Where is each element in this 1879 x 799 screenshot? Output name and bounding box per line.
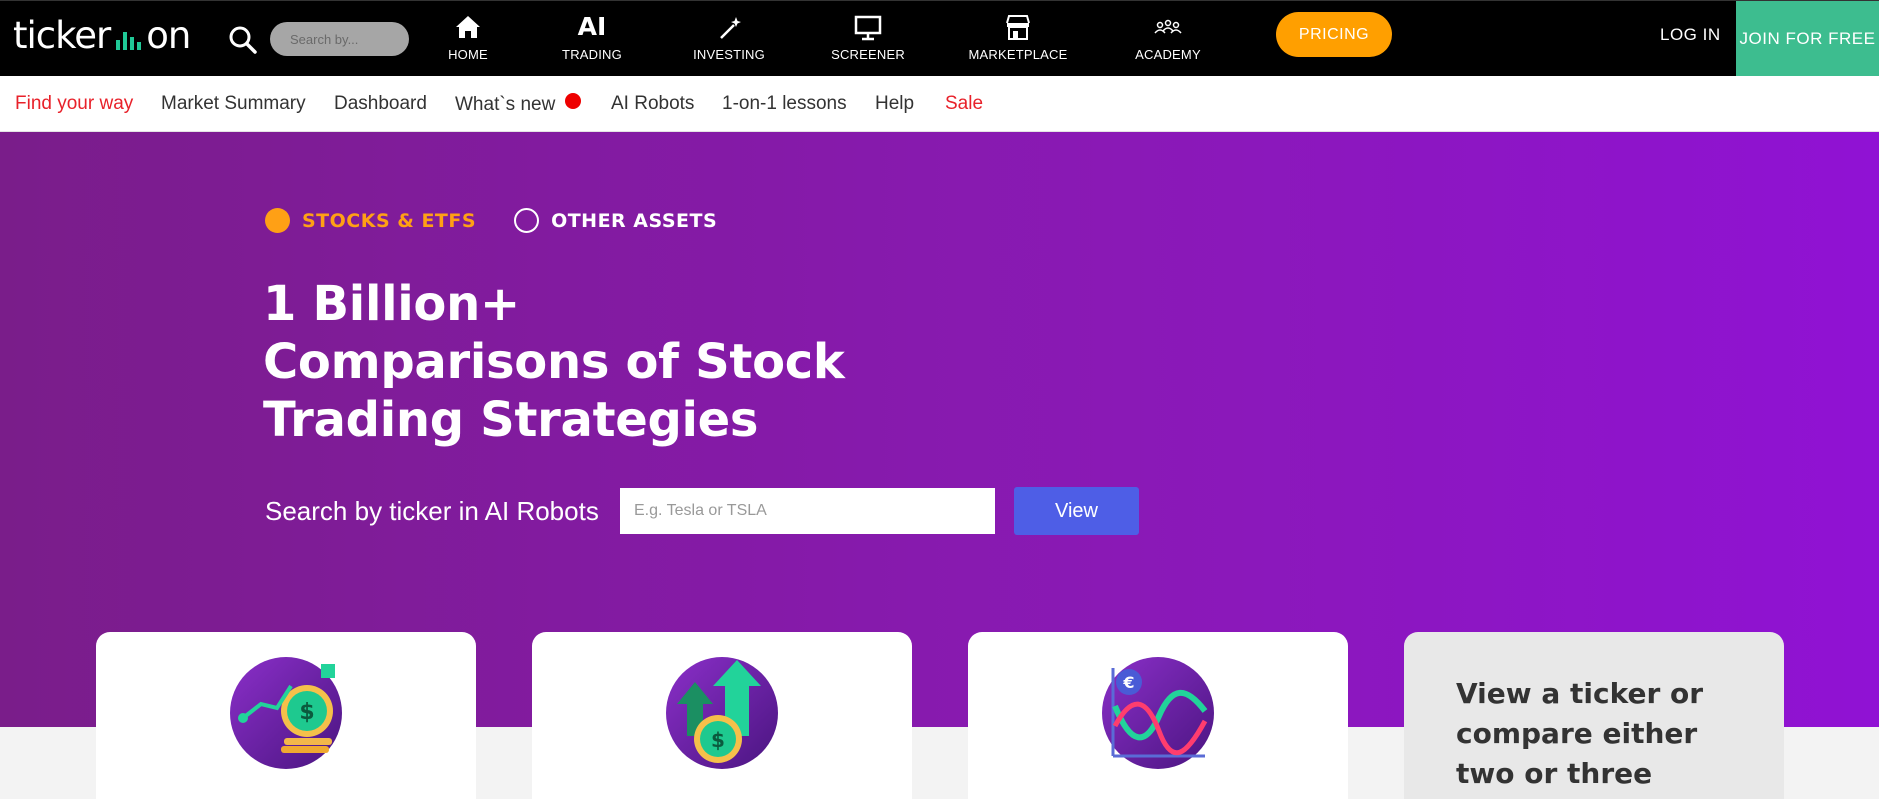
people-icon <box>1154 19 1182 34</box>
nav-marketplace[interactable]: MARKETPLACE <box>963 11 1073 62</box>
compare-tickers-card[interactable]: View a ticker or compare either two or t… <box>1404 632 1784 799</box>
logo-bars-icon <box>116 26 142 50</box>
nav-investing[interactable]: INVESTING <box>674 11 784 62</box>
join-for-free-button[interactable]: JOIN FOR FREE <box>1736 1 1879 77</box>
subnav-market-summary[interactable]: Market Summary <box>161 93 306 115</box>
header-search-input[interactable] <box>270 22 409 56</box>
compare-tickers-text: View a ticker or compare either two or t… <box>1456 677 1704 790</box>
monitor-icon <box>854 15 882 41</box>
nav-home-label: HOME <box>448 47 488 62</box>
pricing-button[interactable]: PRICING <box>1276 12 1392 57</box>
nav-academy[interactable]: ACADEMY <box>1113 11 1223 62</box>
svg-text:$: $ <box>711 728 725 752</box>
hero-headline: 1 Billion+ Comparisons of Stock Trading … <box>263 275 845 449</box>
nav-marketplace-label: MARKETPLACE <box>968 47 1068 62</box>
view-button[interactable]: View <box>1014 487 1139 535</box>
subnav-help[interactable]: Help <box>875 93 914 115</box>
magic-wand-icon <box>720 17 741 39</box>
svg-text:$: $ <box>299 700 314 725</box>
radio-selected-indicator <box>265 208 290 233</box>
nav-trading-label: TRADING <box>562 47 622 62</box>
logo-text-left: ticker <box>13 14 111 57</box>
nav-screener-label: SCREENER <box>831 47 905 62</box>
svg-text:€: € <box>1122 673 1134 692</box>
subnav-1-on-1-lessons[interactable]: 1-on-1 lessons <box>722 93 847 115</box>
feature-card-1[interactable]: $ <box>96 632 476 799</box>
home-icon <box>456 16 480 38</box>
radio-stocks-etfs[interactable]: STOCKS & ETFS <box>265 208 476 233</box>
feature-card-2[interactable]: $ <box>532 632 912 799</box>
subnav-whats-new-label: What`s new <box>455 94 556 115</box>
ai-icon: AI <box>577 12 607 41</box>
subnav-ai-robots[interactable]: AI Robots <box>611 93 694 115</box>
nav-home[interactable]: HOME <box>413 11 523 62</box>
subnav-sale[interactable]: Sale <box>945 93 983 115</box>
new-indicator-dot <box>565 93 582 109</box>
subnav-find-your-way[interactable]: Find your way <box>15 93 133 115</box>
top-navbar: ticker on HOME AI TRADING INVESTING SCRE… <box>0 0 1879 77</box>
logo[interactable]: ticker on <box>13 14 191 57</box>
radio-stocks-etfs-label: STOCKS & ETFS <box>302 209 477 232</box>
headline-line-2: Comparisons of Stock <box>263 334 845 390</box>
nav-trading[interactable]: AI TRADING <box>537 11 647 62</box>
coins-growth-icon: $ <box>230 657 342 769</box>
headline-line-3: Trading Strategies <box>263 392 759 448</box>
store-icon <box>1006 15 1030 40</box>
nav-academy-label: ACADEMY <box>1135 47 1201 62</box>
headline-line-1: 1 Billion+ <box>263 276 520 332</box>
nav-screener[interactable]: SCREENER <box>813 11 923 62</box>
ticker-search-input[interactable] <box>620 488 995 534</box>
sub-navbar: Find your way Market Summary Dashboard W… <box>0 76 1879 132</box>
login-link[interactable]: LOG IN <box>1660 25 1721 45</box>
nav-investing-label: INVESTING <box>693 47 765 62</box>
radio-other-assets-label: OTHER ASSETS <box>551 209 718 232</box>
feature-card-3[interactable]: € <box>968 632 1348 799</box>
logo-text-right: on <box>146 14 191 57</box>
asset-type-selector: STOCKS & ETFS OTHER ASSETS <box>265 208 755 233</box>
euro-chart-icon: € <box>1102 657 1214 769</box>
search-icon[interactable] <box>228 25 258 55</box>
dollar-arrows-up-icon: $ <box>666 657 778 769</box>
radio-unselected-indicator <box>514 208 540 233</box>
ticker-search-label: Search by ticker in AI Robots <box>265 496 599 526</box>
subnav-dashboard[interactable]: Dashboard <box>334 93 427 115</box>
radio-other-assets[interactable]: OTHER ASSETS <box>514 208 717 233</box>
subnav-whats-new[interactable]: What`s new <box>455 93 582 116</box>
